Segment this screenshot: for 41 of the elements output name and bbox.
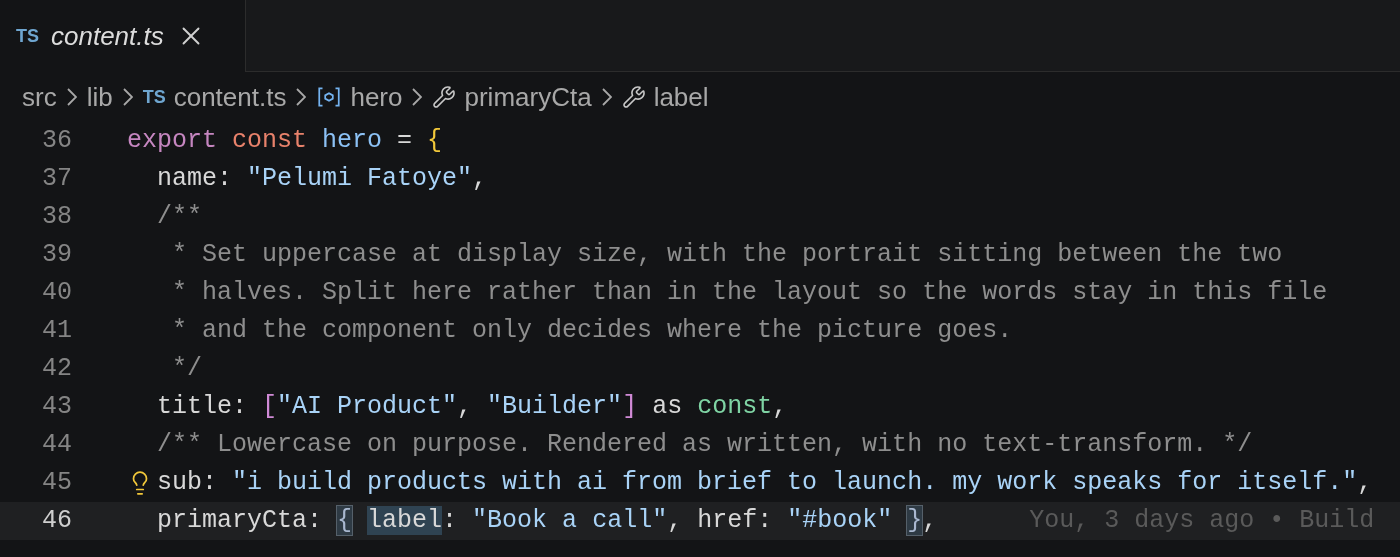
code-line: primaryCta: { label: "Book a call", href: "#book" },: [156, 505, 938, 538]
line-number: 42: [41, 353, 72, 386]
file-type-label: TS: [16, 24, 39, 48]
code-line: /** Lowercase on purpose. Rendered as written, with no text-transform. */: [156, 429, 1253, 462]
line-number: 40: [41, 277, 72, 310]
wrench-icon: [432, 85, 457, 109]
line-number: 39: [41, 239, 72, 272]
line-number: 43: [41, 391, 72, 424]
code-line: title: ["AI Product", "Builder"] as const,: [156, 391, 788, 424]
breadcrumb-item[interactable]: content.ts: [173, 77, 287, 117]
code-line: * and the component only decides where the picture goes.: [171, 315, 1013, 348]
line-number: 41: [41, 315, 72, 348]
blame-annotation: You, 3 days ago • Build: [1029, 505, 1375, 538]
chevron-icon: [122, 88, 133, 106]
line-number: 37: [41, 163, 72, 196]
line-number: 38: [41, 201, 72, 234]
object-icon: [316, 84, 343, 110]
code-line: name: "Pelumi Fatoye",: [156, 163, 488, 196]
code-line: /**: [156, 201, 202, 234]
code-line: sub: "i build products with ai from brief to launch. my work speaks for itself.",: [157, 467, 1373, 500]
breadcrumb-item[interactable]: label: [653, 77, 709, 117]
chevron-icon: [66, 88, 77, 106]
line-number: 45: [41, 467, 72, 500]
code-line: */: [171, 353, 202, 386]
chevron-icon: [296, 88, 307, 106]
editor-tab[interactable]: TS content.ts: [0, 0, 246, 72]
chevron-icon: [601, 88, 612, 106]
breadcrumb-item[interactable]: lib: [86, 77, 113, 117]
file-type-label: TS: [142, 85, 166, 109]
breadcrumb-item[interactable]: src: [22, 77, 57, 117]
chevron-icon: [412, 88, 423, 106]
line-number: 36: [41, 125, 72, 158]
line-number: 44: [41, 429, 72, 462]
tab-label: content.ts: [51, 19, 164, 53]
breadcrumb-item[interactable]: primaryCta: [464, 77, 592, 117]
wrench-icon: [621, 85, 646, 109]
code-line: * Set uppercase at display size, with the portrait sitting between the two: [171, 239, 1283, 272]
line-number: 46: [41, 505, 72, 538]
breadcrumb-item[interactable]: hero: [350, 77, 403, 117]
code-line: * halves. Split here rather than in the layout so the words stay in this file: [171, 277, 1328, 310]
code-line: export const hero = {: [127, 125, 443, 158]
